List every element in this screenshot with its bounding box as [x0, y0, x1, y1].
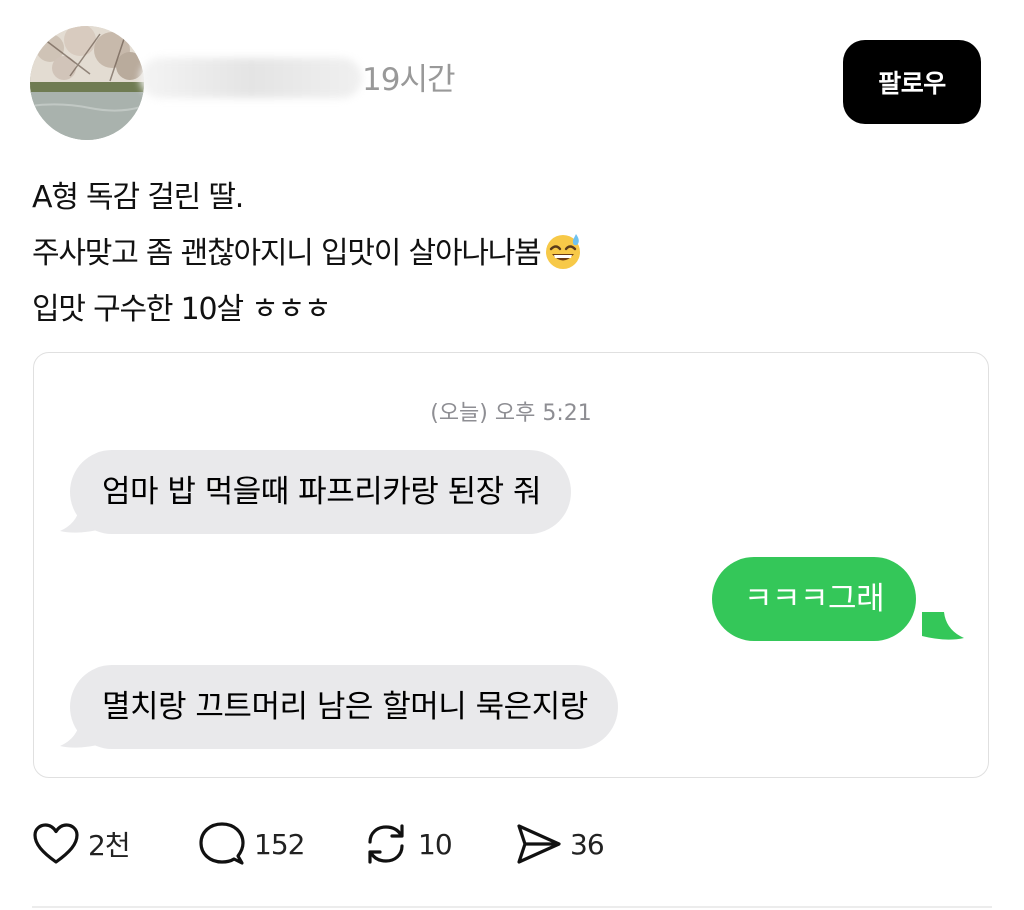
like-count: 2천: [88, 829, 131, 862]
bubble-tail-right: [922, 612, 964, 640]
avatar[interactable]: [30, 26, 144, 140]
comment-icon: [199, 822, 245, 865]
follow-button[interactable]: 팔로우: [843, 40, 981, 124]
like-button[interactable]: 2천: [32, 818, 131, 870]
chat-timestamp: (오늘) 오후 5:21: [430, 401, 592, 426]
post-body: A형 독감 걸린 딸. 주사맞고 좀 괜찮아지니 입맛이 살아나나봄 입맛 구수…: [32, 170, 583, 338]
repost-icon: [368, 824, 404, 864]
grinning-sweat-emoji-icon: [543, 231, 583, 271]
share-button[interactable]: 36: [514, 818, 605, 870]
comment-count: 152: [254, 827, 305, 861]
heart-icon: [33, 823, 79, 864]
repost-count: 10: [418, 827, 453, 861]
post-divider: [32, 906, 992, 908]
post-text-line-2: 주사맞고 좀 괜찮아지니 입맛이 살아나나봄: [32, 226, 583, 282]
repost-button[interactable]: 10: [362, 818, 453, 870]
received-message-bubble: 멸치랑 끄트머리 남은 할머니 묵은지랑: [70, 665, 618, 749]
post-text-line: 주사맞고 좀 괜찮아지니 입맛이 살아나나봄: [32, 236, 542, 271]
comment-button[interactable]: 152: [198, 818, 305, 870]
avatar-image: [30, 26, 144, 140]
share-count: 36: [570, 827, 605, 861]
post-actions-bar: 2천 152 10 36: [32, 818, 732, 870]
chat-screenshot-card[interactable]: (오늘) 오후 5:21 엄마 밥 먹을때 파프리카랑 된장 줘 ㅋㅋㅋ그래 멸…: [33, 352, 989, 778]
post-text-line: 입맛 구수한 10살 ㅎㅎㅎ: [32, 292, 332, 327]
post-text-line: A형 독감 걸린 딸.: [32, 180, 244, 215]
sent-message-bubble: ㅋㅋㅋ그래: [712, 557, 917, 641]
post-time: 19시간: [362, 62, 455, 98]
username-redacted[interactable]: [140, 58, 362, 98]
received-message-bubble: 엄마 밥 먹을때 파프리카랑 된장 줘: [70, 450, 572, 534]
share-icon: [517, 824, 561, 864]
